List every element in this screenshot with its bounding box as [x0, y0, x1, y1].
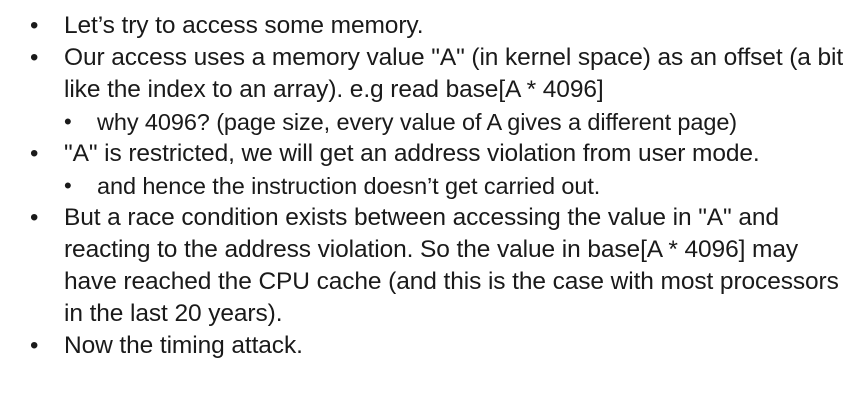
- bullet-text: why 4096? (page size, every value of A g…: [97, 109, 738, 135]
- bullet-icon: •: [30, 140, 39, 167]
- sub-bullet-item: • why 4096? (page size, every value of A…: [0, 106, 844, 138]
- bullet-item: • "A" is restricted, we will get an addr…: [0, 138, 844, 170]
- slide: • Let’s try to access some memory. • Our…: [0, 0, 844, 404]
- bullet-item: • Let’s try to access some memory.: [0, 10, 844, 42]
- bullet-icon: •: [30, 204, 39, 231]
- bullet-icon: •: [30, 332, 39, 359]
- bullet-text: "A" is restricted, we will get an addres…: [64, 140, 760, 167]
- bullet-item: • Our access uses a memory value "A" (in…: [0, 42, 844, 106]
- bullet-text: Now the timing attack.: [64, 332, 303, 359]
- bullet-icon: •: [30, 44, 39, 71]
- bullet-text: But a race condition exists between acce…: [64, 204, 839, 327]
- bullet-icon: •: [64, 109, 72, 134]
- bullet-text: Our access uses a memory value "A" (in k…: [64, 44, 844, 103]
- bullet-text: Let’s try to access some memory.: [64, 12, 424, 39]
- bullet-text: and hence the instruction doesn’t get ca…: [97, 173, 601, 199]
- sub-bullet-item: • and hence the instruction doesn’t get …: [0, 170, 844, 202]
- bullet-icon: •: [64, 173, 72, 198]
- bullet-list: • Let’s try to access some memory. • Our…: [0, 10, 844, 362]
- bullet-item: • But a race condition exists between ac…: [0, 202, 844, 330]
- bullet-item: • Now the timing attack.: [0, 330, 844, 362]
- bullet-icon: •: [30, 12, 39, 39]
